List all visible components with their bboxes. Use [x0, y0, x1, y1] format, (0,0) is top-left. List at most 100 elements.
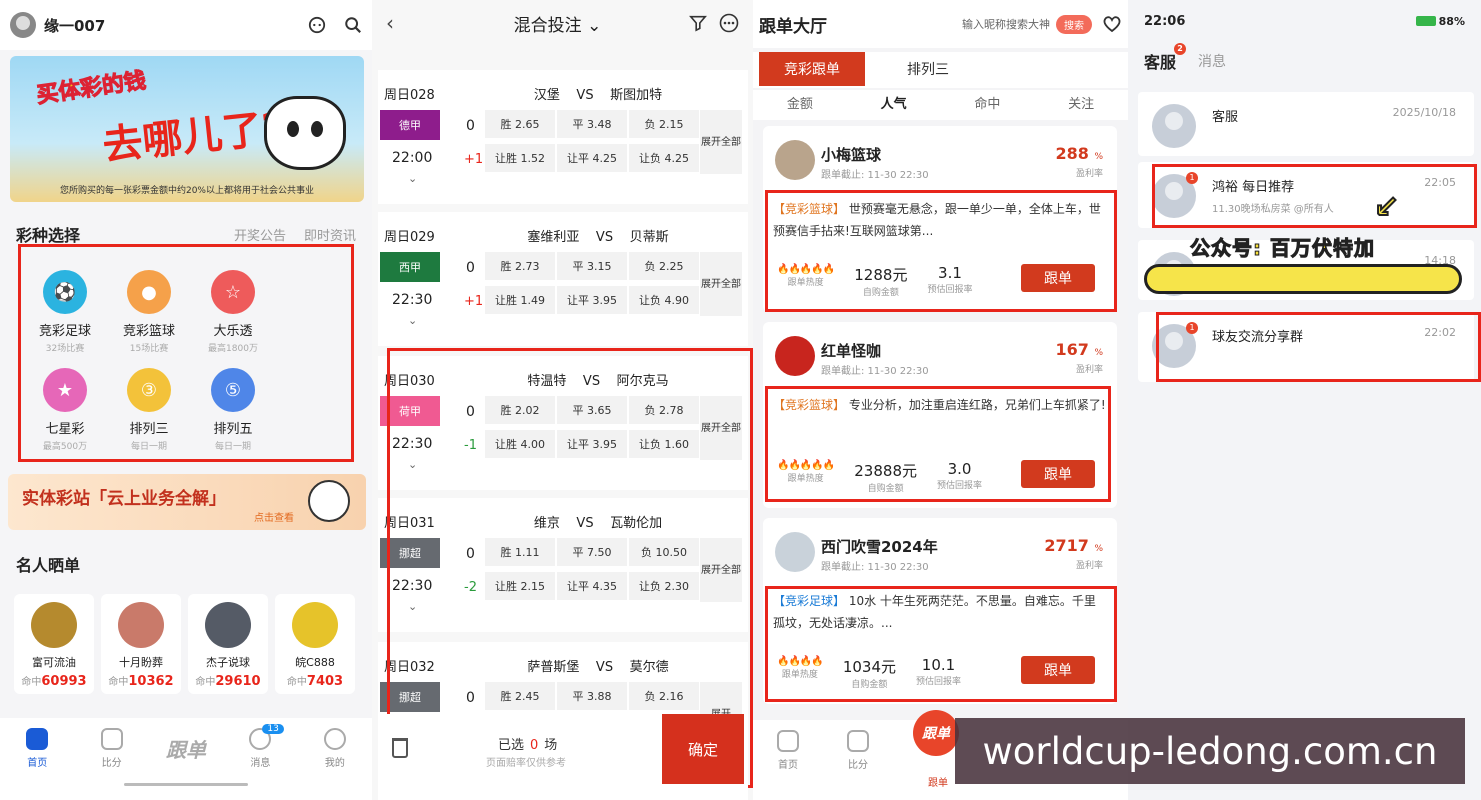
tab-home[interactable]: 首页 — [0, 728, 74, 800]
odds-cell[interactable]: 让负 1.60 — [629, 430, 699, 458]
tab-messages[interactable]: 消息 — [1198, 51, 1226, 71]
sort-following[interactable]: 关注 — [1034, 90, 1128, 120]
avatar[interactable] — [775, 532, 815, 572]
handicap-odds-row: 让胜 4.00 让平 3.95 让负 1.60 — [484, 430, 700, 458]
odds-cell[interactable]: 负 2.15 — [629, 110, 699, 138]
avatar[interactable] — [775, 336, 815, 376]
odds-cell[interactable]: 平 7.50 — [557, 538, 627, 566]
more-icon[interactable] — [719, 13, 739, 33]
lottery-name: 大乐透 — [213, 324, 253, 339]
expert-name: 红单怪咖 — [821, 342, 882, 360]
tab-follow[interactable]: 跟单 — [149, 728, 223, 800]
heat-stat: 🔥🔥🔥🔥🔥 跟单热度 — [777, 460, 835, 484]
odds-cell[interactable]: 平 3.65 — [557, 396, 627, 424]
expand-all-button[interactable]: 展开全部 — [700, 252, 742, 316]
lottery-item[interactable]: ★ 七星彩 最高500万 — [20, 360, 110, 458]
conversation-item[interactable]: 客服 2025/10/18 — [1138, 92, 1474, 156]
odds-cell[interactable]: 负 10.50 — [629, 538, 699, 566]
lottery-item[interactable]: ⚽ 竞彩足球 32场比赛 — [20, 262, 110, 360]
odds-cell[interactable]: 让平 3.95 — [557, 286, 627, 314]
follow-button[interactable]: 跟单 — [1021, 656, 1095, 684]
odds-cell[interactable]: 负 2.16 — [629, 682, 699, 710]
odds-cell[interactable]: 胜 2.02 — [485, 396, 555, 424]
handicap-zero: 0 — [466, 118, 475, 134]
follow-float-button[interactable]: 跟单 — [913, 710, 959, 756]
chevron-down-icon[interactable]: ⌄ — [408, 314, 417, 327]
expand-all-button[interactable]: 展开全部 — [700, 110, 742, 174]
celeb-card[interactable]: 皖C888 命中7403 — [275, 594, 355, 694]
lottery-sub: 每日一期 — [130, 442, 167, 452]
odds-cell[interactable]: 让平 3.95 — [557, 430, 627, 458]
odds-cell[interactable]: 胜 2.65 — [485, 110, 555, 138]
sort-amount[interactable]: 金额 — [753, 90, 847, 120]
odds-cell[interactable]: 让平 4.25 — [557, 144, 627, 172]
sort-hit[interactable]: 命中 — [941, 90, 1035, 120]
draw-announcement-link[interactable]: 开奖公告 — [234, 225, 286, 244]
odds-cell[interactable]: 平 3.15 — [557, 252, 627, 280]
customer-service-icon[interactable] — [308, 16, 326, 34]
lottery-item[interactable]: ● 竞彩篮球 15场比赛 — [104, 262, 194, 360]
chevron-down-icon[interactable]: ⌄ — [408, 458, 417, 471]
odds-cell[interactable]: 让胜 1.49 — [485, 286, 555, 314]
follow-button[interactable]: 跟单 — [1021, 460, 1095, 488]
banner-title-1: 买体彩的钱 — [35, 68, 148, 109]
chevron-down-icon[interactable]: ⌄ — [408, 600, 417, 613]
return-stat: 3.1 预估回报率 — [927, 264, 973, 295]
tab-messages[interactable]: 消息 13 — [223, 724, 297, 800]
lottery-item[interactable]: ③ 排列三 每日一期 — [104, 360, 194, 458]
search-input[interactable]: 输入昵称搜索大神 — [962, 16, 1050, 32]
plan-card[interactable]: 西门吹雪2024年 跟单截止: 11-30 22:30 2717 % 盈利率 【竞彩足球… — [763, 518, 1117, 704]
promo-banner[interactable]: 实体彩站「云上业务全解」 点击查看 — [8, 474, 366, 530]
trash-icon[interactable] — [392, 738, 408, 758]
tab-home[interactable]: 首页 — [753, 730, 823, 800]
search-button[interactable]: 搜索 — [1056, 14, 1092, 34]
odds-cell[interactable]: 让胜 1.52 — [485, 144, 555, 172]
tab-pailie3[interactable]: 排列三 — [875, 52, 981, 86]
lottery-item[interactable]: ⑤ 排列五 每日一期 — [188, 360, 278, 458]
tab-scores[interactable]: 比分 — [74, 728, 148, 800]
plan-card[interactable]: 小梅篮球 跟单截止: 11-30 22:30 288 % 盈利率 【竞彩篮球】 世预赛毫… — [763, 126, 1117, 312]
banner[interactable]: 买体彩的钱 去哪儿了? 您所购买的每一张彩票金额中约20%以上都将用于社会公共事… — [10, 56, 364, 202]
celeb-card[interactable]: 杰子说球 命中29610 — [188, 594, 268, 694]
tab-customer-service[interactable]: 客服 2 — [1144, 43, 1187, 73]
odds-cell[interactable]: 让负 4.90 — [629, 286, 699, 314]
conversation-item[interactable]: 1 鸿裕 每日推荐 22:05 11.30晚场私房菜 @所有人 — [1138, 162, 1474, 228]
odds-cell[interactable]: 平 3.48 — [557, 110, 627, 138]
confirm-button[interactable]: 确定 — [662, 714, 744, 784]
handicap-zero: 0 — [466, 690, 475, 706]
tab-jingcai-follow[interactable]: 竞彩跟单 — [759, 52, 865, 86]
odds-cell[interactable]: 胜 2.45 — [485, 682, 555, 710]
conversation-item[interactable]: 1 球友交流分享群 22:02 — [1138, 312, 1474, 382]
odds-cell[interactable]: 胜 1.11 — [485, 538, 555, 566]
odds-cell[interactable]: 让负 4.25 — [629, 144, 699, 172]
chevron-down-icon[interactable]: ⌄ — [408, 172, 417, 185]
celeb-card[interactable]: 富可流油 命中60993 — [14, 594, 94, 694]
live-news-link[interactable]: 即时资讯 — [304, 225, 356, 244]
tab-scores[interactable]: 比分 — [823, 730, 893, 800]
expand-all-button[interactable]: 展开全部 — [700, 396, 742, 460]
odds-cell[interactable]: 负 2.25 — [629, 252, 699, 280]
odds-cell[interactable]: 让平 4.35 — [557, 572, 627, 600]
tab-profile[interactable]: 我的 — [298, 728, 372, 800]
filter-icon[interactable] — [689, 14, 707, 32]
odds-cell[interactable]: 让胜 4.00 — [485, 430, 555, 458]
plan-card[interactable]: 红单怪咖 跟单截止: 11-30 22:30 167 % 盈利率 【竞彩篮球】 专业分析… — [763, 322, 1117, 508]
odds-cell[interactable]: 胜 2.73 — [485, 252, 555, 280]
odds-cell[interactable]: 让胜 2.15 — [485, 572, 555, 600]
odds-cell[interactable]: 负 2.78 — [629, 396, 699, 424]
follow-button[interactable]: 跟单 — [1021, 264, 1095, 292]
user-avatar[interactable] — [10, 12, 36, 38]
heart-icon[interactable] — [1102, 15, 1122, 33]
search-icon[interactable] — [344, 16, 362, 34]
avatar[interactable] — [775, 140, 815, 180]
scoreboard-icon — [847, 730, 869, 752]
back-icon[interactable]: ‹ — [386, 11, 426, 35]
celeb-card[interactable]: 十月盼葬 命中10362 — [101, 594, 181, 694]
page-title[interactable]: 混合投注 ⌄ — [426, 11, 689, 36]
lottery-item[interactable]: ☆ 大乐透 最高1800万 — [188, 262, 278, 360]
odds-cell[interactable]: 让负 2.30 — [629, 572, 699, 600]
promo-link[interactable]: 点击查看 — [254, 509, 294, 524]
sort-popularity[interactable]: 人气 — [847, 90, 941, 120]
odds-cell[interactable]: 平 3.88 — [557, 682, 627, 710]
expand-all-button[interactable]: 展开全部 — [700, 538, 742, 602]
